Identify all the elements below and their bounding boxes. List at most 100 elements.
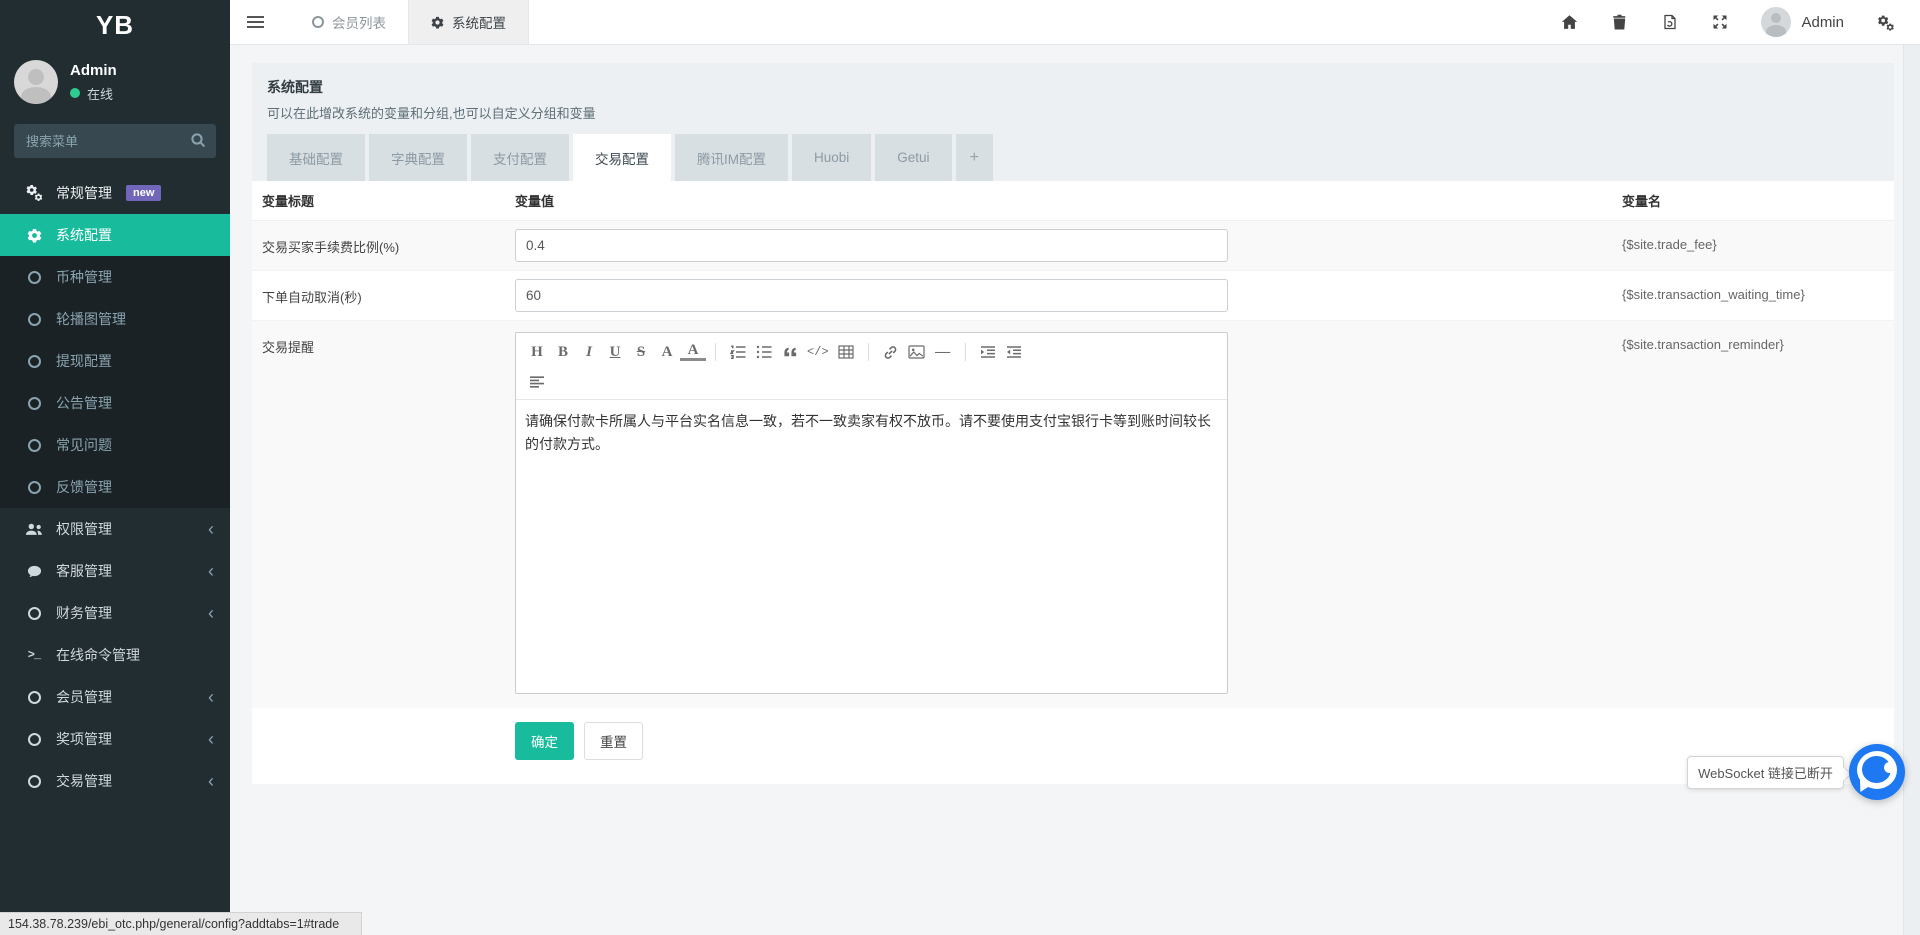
sidebar-item-changjianwenti[interactable]: 常见问题 bbox=[0, 424, 230, 466]
app-logo[interactable]: YB bbox=[0, 0, 230, 50]
sidebar-item-bizhong[interactable]: 币种管理 bbox=[0, 256, 230, 298]
indent-icon[interactable] bbox=[975, 337, 1001, 367]
users-icon bbox=[24, 523, 44, 536]
reset-button[interactable]: 重置 bbox=[584, 722, 643, 760]
row-variable-name: {$site.transaction_reminder} bbox=[1622, 321, 1892, 708]
blockquote-icon[interactable] bbox=[777, 337, 803, 367]
unordered-list-icon[interactable] bbox=[751, 337, 777, 367]
tab-trade-config[interactable]: 交易配置 bbox=[573, 134, 671, 181]
tab-system-config[interactable]: 系统配置 bbox=[408, 0, 529, 44]
submit-button[interactable]: 确定 bbox=[515, 722, 574, 760]
circle-icon bbox=[24, 397, 44, 410]
tab-huobi[interactable]: Huobi bbox=[792, 134, 871, 181]
panel-body: 变量标题 变量值 变量名 交易买家手续费比例(%) {$site.trade_f… bbox=[252, 181, 1894, 784]
sidebar-item-label: 交易管理 bbox=[56, 771, 112, 791]
sidebar-item-label: 会员管理 bbox=[56, 687, 112, 707]
table-icon[interactable] bbox=[833, 337, 859, 367]
tab-tencent-im-config[interactable]: 腾讯IM配置 bbox=[675, 134, 788, 181]
table-row: 交易买家手续费比例(%) {$site.trade_fee} bbox=[252, 221, 1894, 271]
sidebar-item-kefu[interactable]: 客服管理 ‹ bbox=[0, 550, 230, 592]
tab-label: 会员列表 bbox=[332, 12, 386, 32]
scrollbar[interactable] bbox=[1903, 45, 1920, 935]
heading-icon[interactable]: H bbox=[524, 337, 550, 367]
user-panel: Admin 在线 bbox=[0, 50, 230, 116]
divider bbox=[965, 343, 966, 361]
websocket-tooltip-text: WebSocket 链接已断开 bbox=[1698, 763, 1833, 782]
table-row: 下单自动取消(秒) {$site.transaction_waiting_tim… bbox=[252, 271, 1894, 321]
font-color-icon[interactable]: A bbox=[680, 343, 706, 361]
search-icon[interactable] bbox=[190, 132, 208, 150]
sidebar-item-quanxian[interactable]: 权限管理 ‹ bbox=[0, 508, 230, 550]
sidebar-item-lunbotu[interactable]: 轮播图管理 bbox=[0, 298, 230, 340]
topbar-user-menu[interactable]: Admin bbox=[1761, 7, 1844, 37]
table-header: 变量标题 变量值 变量名 bbox=[252, 181, 1894, 221]
circle-icon bbox=[24, 607, 44, 620]
chevron-left-icon: ‹ bbox=[208, 730, 214, 748]
sidebar-item-fankui[interactable]: 反馈管理 bbox=[0, 466, 230, 508]
image-icon[interactable] bbox=[904, 337, 930, 367]
tab-basic-config[interactable]: 基础配置 bbox=[267, 134, 365, 181]
tab-dict-config[interactable]: 字典配置 bbox=[369, 134, 467, 181]
chevron-left-icon: ‹ bbox=[208, 520, 214, 538]
circle-icon bbox=[24, 691, 44, 704]
horizontal-rule-icon[interactable]: — bbox=[930, 337, 956, 367]
clear-cache-icon[interactable] bbox=[1661, 14, 1678, 31]
col-header-title: 变量标题 bbox=[252, 191, 515, 210]
link-icon[interactable] bbox=[878, 337, 904, 367]
outdent-icon[interactable] bbox=[1001, 337, 1027, 367]
status-url-bar: 154.38.78.239/ebi_otc.php/general/config… bbox=[0, 912, 362, 935]
italic-icon[interactable]: I bbox=[576, 337, 602, 367]
strikethrough-icon[interactable]: S bbox=[628, 337, 654, 367]
chat-widget-button[interactable] bbox=[1849, 744, 1905, 800]
trade-fee-input[interactable] bbox=[515, 229, 1228, 262]
sidebar-item-changgui[interactable]: 常规管理 new bbox=[0, 172, 230, 214]
search-input[interactable] bbox=[14, 124, 216, 158]
sidebar-item-label: 在线命令管理 bbox=[56, 645, 140, 665]
circle-icon bbox=[24, 733, 44, 746]
sidebar-item-jiaoyi[interactable]: 交易管理 ‹ bbox=[0, 760, 230, 802]
fullscreen-icon[interactable] bbox=[1711, 14, 1728, 31]
sidebar-item-huiyuan[interactable]: 会员管理 ‹ bbox=[0, 676, 230, 718]
rich-text-editor: H B I U S A A bbox=[515, 332, 1228, 694]
tab-pay-config[interactable]: 支付配置 bbox=[471, 134, 569, 181]
trash-icon[interactable] bbox=[1611, 14, 1628, 31]
cog-icon bbox=[24, 228, 44, 243]
sidebar-item-label: 客服管理 bbox=[56, 561, 112, 581]
circle-icon bbox=[312, 16, 324, 28]
sidebar-item-label: 反馈管理 bbox=[56, 477, 112, 497]
sidebar-item-caiwu[interactable]: 财务管理 ‹ bbox=[0, 592, 230, 634]
align-left-icon[interactable] bbox=[524, 367, 550, 397]
font-size-icon[interactable]: A bbox=[654, 337, 680, 367]
online-dot-icon bbox=[70, 88, 80, 98]
sidebar-item-jiangxiang[interactable]: 奖项管理 ‹ bbox=[0, 718, 230, 760]
divider bbox=[868, 343, 869, 361]
config-tabs: 基础配置 字典配置 支付配置 交易配置 腾讯IM配置 Huobi Getui + bbox=[267, 134, 1879, 181]
row-title: 下单自动取消(秒) bbox=[252, 271, 515, 320]
sidebar-item-xitongpeizhi[interactable]: 系统配置 bbox=[0, 214, 230, 256]
cogs-icon bbox=[24, 185, 44, 201]
settings-cogs-icon[interactable] bbox=[1877, 14, 1894, 31]
sidebar-item-label: 权限管理 bbox=[56, 519, 112, 539]
sidebar-item-gonggao[interactable]: 公告管理 bbox=[0, 382, 230, 424]
sidebar-toggle-button[interactable] bbox=[230, 0, 280, 44]
bold-icon[interactable]: B bbox=[550, 337, 576, 367]
sidebar-item-zaixianmingling[interactable]: >_ 在线命令管理 bbox=[0, 634, 230, 676]
sidebar-item-label: 轮播图管理 bbox=[56, 309, 126, 329]
add-tab-button[interactable]: + bbox=[956, 134, 993, 181]
home-icon[interactable] bbox=[1561, 14, 1578, 31]
editor-content[interactable]: 请确保付款卡所属人与平台实名信息一致，若不一致卖家有权不放币。请不要使用支付宝银… bbox=[516, 400, 1227, 693]
underline-icon[interactable]: U bbox=[602, 337, 628, 367]
waiting-time-input[interactable] bbox=[515, 279, 1228, 312]
tab-member-list[interactable]: 会员列表 bbox=[290, 0, 408, 44]
tab-getui[interactable]: Getui bbox=[875, 134, 951, 181]
chevron-left-icon: ‹ bbox=[208, 562, 214, 580]
sidebar-item-tixian[interactable]: 提现配置 bbox=[0, 340, 230, 382]
panel-heading: 系统配置 可以在此增改系统的变量和分组,也可以自定义分组和变量 基础配置 字典配… bbox=[252, 63, 1894, 181]
page-subtitle: 可以在此增改系统的变量和分组,也可以自定义分组和变量 bbox=[267, 103, 1879, 122]
user-status: 在线 bbox=[70, 84, 117, 103]
topbar: 会员列表 系统配置 bbox=[230, 0, 1920, 45]
code-icon[interactable]: </> bbox=[803, 337, 833, 367]
sidebar-item-label: 常规管理 bbox=[56, 183, 112, 203]
sidebar-item-label: 币种管理 bbox=[56, 267, 112, 287]
ordered-list-icon[interactable] bbox=[725, 337, 751, 367]
